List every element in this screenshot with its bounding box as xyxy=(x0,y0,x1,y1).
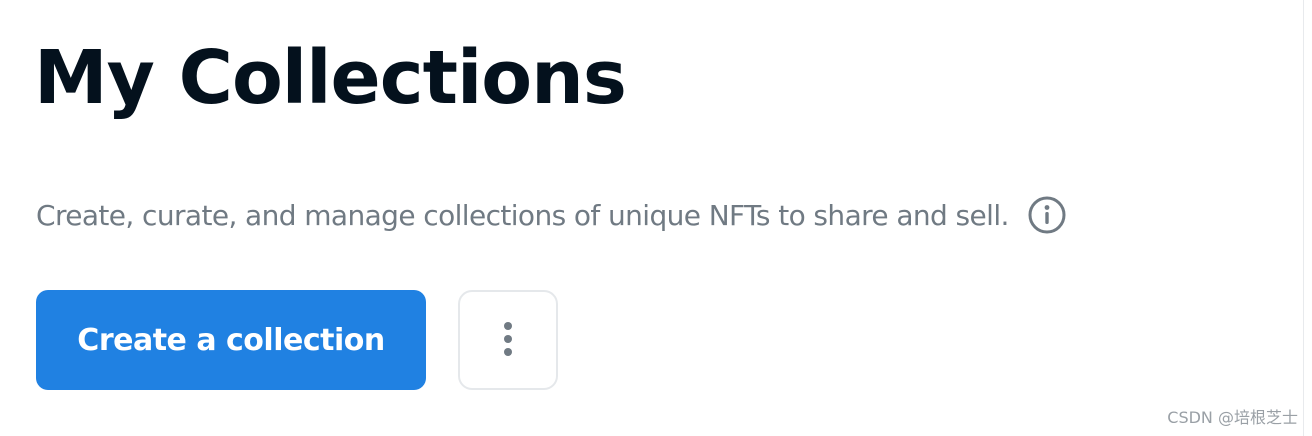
info-icon[interactable] xyxy=(1027,195,1067,235)
page-title: My Collections xyxy=(34,35,627,121)
more-vertical-icon xyxy=(501,319,515,362)
more-options-button[interactable] xyxy=(458,290,558,390)
create-collection-button[interactable]: Create a collection xyxy=(36,290,426,390)
description-row: Create, curate, and manage collections o… xyxy=(36,192,1067,238)
watermark: CSDN @培根芝士 xyxy=(1167,408,1298,427)
page-description: Create, curate, and manage collections o… xyxy=(36,198,1009,232)
panel-right-border xyxy=(1303,0,1304,436)
